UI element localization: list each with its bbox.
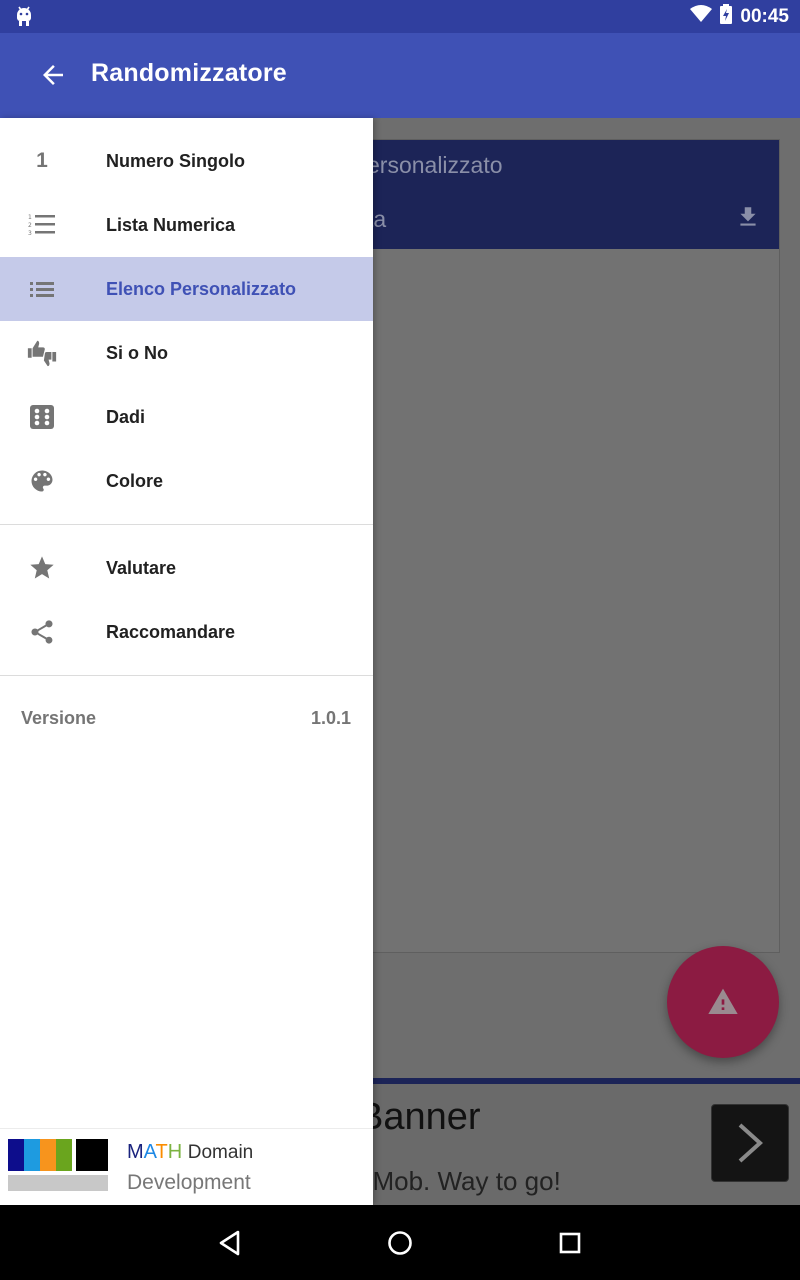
version-value: 1.0.1 [310, 708, 351, 728]
drawer-item-valutare[interactable]: Valutare [0, 536, 373, 600]
drawer-item-dadi[interactable]: Dadi [0, 385, 373, 449]
drawer-item-colore[interactable]: Colore [0, 449, 373, 513]
list-card: ersonalizzato ta [352, 139, 780, 953]
navigation-drawer: 1 Numero Singolo 123 Lista Numerica Elen… [0, 118, 373, 1205]
wifi-icon [690, 5, 713, 28]
app-bar: Randomizzatore [0, 33, 800, 118]
drawer-item-label: Colore [106, 471, 164, 491]
battery-charging-icon [720, 4, 733, 29]
drawer-item-lista-numerica[interactable]: 123 Lista Numerica [0, 193, 373, 257]
ad-banner: Banner dMob. Way to go! [352, 1078, 800, 1205]
download-icon [735, 204, 761, 235]
star-icon [26, 554, 58, 582]
ad-title: Banner [358, 1096, 481, 1138]
svg-text:1: 1 [28, 214, 32, 221]
app-title: Randomizzatore [91, 59, 287, 87]
drawer-item-label: Dadi [106, 407, 146, 427]
palette-icon [26, 467, 58, 495]
brand-subtitle: Development [127, 1171, 251, 1194]
numbered-list-icon: 123 [26, 211, 58, 239]
math-domain-logo [4, 1135, 112, 1199]
chevron-right-icon [711, 1104, 789, 1182]
brand-name: MATH Domain [127, 1141, 254, 1163]
home-nav-icon[interactable] [384, 1227, 416, 1259]
drawer-item-raccomandare[interactable]: Raccomandare [0, 600, 373, 664]
thumbs-up-down-icon [26, 339, 58, 367]
drawer-item-elenco-personalizzato[interactable]: Elenco Personalizzato [0, 257, 373, 321]
list-icon [26, 275, 58, 303]
svg-text:2: 2 [28, 222, 32, 229]
dice-icon [26, 403, 58, 431]
drawer-item-numero-singolo[interactable]: 1 Numero Singolo [0, 129, 373, 193]
drawer-item-label: Numero Singolo [106, 151, 245, 171]
drawer-divider [0, 675, 373, 676]
warning-icon [708, 988, 738, 1014]
drawer-item-label: Elenco Personalizzato [106, 279, 297, 299]
status-bar: 00:45 [0, 0, 800, 33]
recents-nav-icon[interactable] [554, 1227, 586, 1259]
drawer-item-label: Si o No [106, 343, 168, 363]
svg-text:3: 3 [28, 230, 32, 237]
number-one-icon: 1 [36, 149, 48, 172]
developer-banner[interactable]: MATH Domain Development [0, 1128, 373, 1205]
drawer-item-label: Valutare [106, 558, 177, 578]
card-header: ersonalizzato ta [353, 140, 779, 249]
card-title: ersonalizzato [367, 152, 503, 178]
android-icon [14, 6, 34, 33]
warning-fab[interactable] [667, 946, 779, 1058]
drawer-divider [0, 524, 373, 525]
system-navigation-bar [0, 1205, 800, 1280]
status-time: 00:45 [740, 5, 789, 27]
share-icon [26, 618, 58, 646]
ad-text: dMob. Way to go! [358, 1166, 561, 1196]
drawer-item-label: Raccomandare [106, 622, 236, 642]
drawer-item-si-o-no[interactable]: Si o No [0, 321, 373, 385]
version-label: Versione [21, 708, 97, 728]
back-nav-icon[interactable] [214, 1227, 246, 1259]
arrow-back-icon[interactable] [38, 60, 68, 90]
drawer-item-label: Lista Numerica [106, 215, 236, 235]
